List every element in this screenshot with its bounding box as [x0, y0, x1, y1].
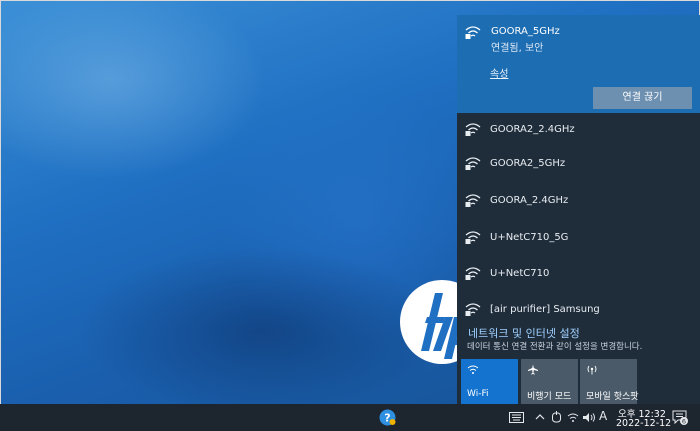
network-list-item[interactable]: GOORA2_2.4GHz — [457, 113, 700, 147]
tile-label: 모바일 핫스팟 — [586, 392, 639, 402]
tile-label: Wi-Fi — [467, 389, 489, 399]
disconnect-button[interactable]: 연결 끊기 — [593, 87, 692, 109]
network-name: U+NetC710 — [490, 268, 550, 279]
wifi-secure-icon — [465, 157, 481, 170]
airplane-mode-tile[interactable]: 비행기 모드 — [521, 359, 578, 404]
chevron-up-icon[interactable] — [535, 413, 545, 421]
network-list-item[interactable]: U+NetC710 — [457, 257, 700, 291]
network-name: [air purifier] Samsung — [490, 304, 600, 315]
notification-count: 6 — [682, 418, 686, 426]
network-name: GOORA_2.4GHz — [490, 195, 569, 206]
wifi-secure-icon — [465, 303, 481, 316]
properties-link[interactable]: 속성 — [490, 65, 508, 80]
network-list-item[interactable]: U+NetC710_5G — [457, 221, 700, 255]
network-list-item[interactable]: GOORA2_5GHz — [457, 147, 700, 181]
connected-network-name: GOORA_5GHz — [491, 26, 560, 37]
mobile-hotspot-tile[interactable]: 모바일 핫스팟 — [580, 359, 639, 404]
network-list-item[interactable]: [air purifier] Samsung — [457, 293, 700, 327]
network-wifi-icon[interactable] — [567, 412, 579, 423]
wifi-icon — [467, 365, 479, 374]
wifi-secure-icon — [465, 231, 481, 244]
network-settings-subtitle: 데이터 통신 연결 전환과 같이 설정을 변경합니다. — [467, 342, 643, 352]
connection-status: 연결됨, 보안 — [491, 43, 544, 54]
wifi-secure-icon — [465, 123, 481, 136]
ime-indicator[interactable]: A — [599, 410, 607, 422]
wifi-secure-icon — [465, 267, 481, 280]
network-settings-link[interactable]: 네트워크 및 인터넷 설정 — [468, 325, 580, 341]
touch-keyboard-icon[interactable] — [509, 412, 524, 423]
connected-network[interactable]: GOORA_5GHz 연결됨, 보안 속성 연결 끊기 — [457, 15, 700, 113]
tile-label: 비행기 모드 — [527, 392, 572, 402]
wifi-secure-icon — [465, 194, 481, 207]
network-name: GOORA2_5GHz — [490, 158, 566, 169]
volume-icon[interactable] — [582, 412, 596, 423]
clock-date[interactable]: 2022-12-12 — [616, 418, 671, 429]
wifi-secure-icon — [465, 26, 481, 39]
network-name: GOORA2_2.4GHz — [490, 124, 575, 135]
wifi-toggle-tile[interactable]: Wi-Fi — [461, 359, 518, 404]
notification-icon[interactable]: 6 — [672, 410, 688, 425]
airplane-icon — [528, 364, 538, 375]
network-name: U+NetC710_5G — [490, 232, 569, 243]
network-list-item[interactable]: GOORA_2.4GHz — [457, 184, 700, 218]
hotspot-icon — [587, 365, 597, 375]
onedrive-icon[interactable] — [551, 411, 562, 424]
taskbar: ? A 오후 12:32 2022-12-12 6 — [0, 404, 700, 431]
help-icon[interactable]: ? — [379, 409, 396, 426]
network-flyout: GOORA_5GHz 연결됨, 보안 속성 연결 끊기 GOORA2_2.4GH… — [457, 15, 700, 404]
